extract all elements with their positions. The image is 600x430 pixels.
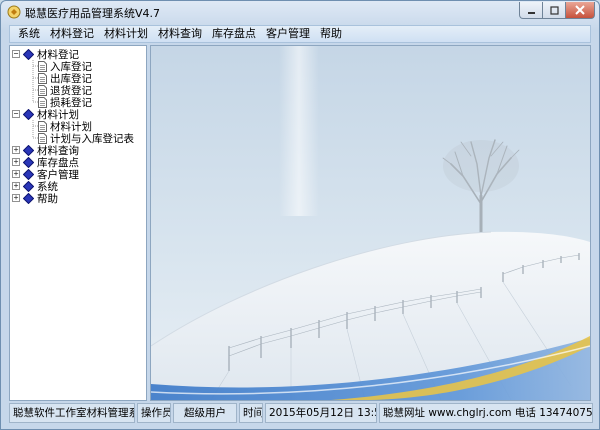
maximize-icon [549, 5, 559, 15]
status-phone: 13474075388 [539, 407, 593, 419]
status-time-label: 时间 [239, 403, 263, 423]
status-website-label: 聪慧网址 [383, 407, 425, 419]
status-contact: 聪慧网址 www.chglrj.com 电话 13474075388 [379, 403, 593, 423]
navigation-tree: − 材料登记 入库登记 出库登记 退货登记 损耗登记 − 材料计划 材料计划 计… [9, 45, 147, 401]
status-company: 聪慧软件工作室材料管理系统 [9, 403, 135, 423]
maximize-button[interactable] [542, 2, 566, 19]
collapse-toggle[interactable]: − [12, 110, 20, 118]
app-window: 聪慧医疗用品管理系统V4.7 系统 材料登记 材料计划 材料查询 库存盘点 客户… [0, 0, 600, 430]
app-logo-icon [7, 5, 21, 19]
menu-material-query[interactable]: 材料查询 [153, 26, 207, 42]
document-icon [38, 84, 47, 96]
status-operator-label: 操作员 [137, 403, 171, 423]
menu-inventory[interactable]: 库存盘点 [207, 26, 261, 42]
book-icon [23, 108, 34, 120]
menu-bar: 系统 材料登记 材料计划 材料查询 库存盘点 客户管理 帮助 [9, 25, 591, 43]
window-title: 聪慧医疗用品管理系统V4.7 [25, 7, 161, 20]
snow-hill-illustration [151, 46, 590, 400]
status-phone-label: 电话 [514, 407, 536, 419]
expand-toggle[interactable]: + [12, 194, 20, 202]
book-icon [23, 48, 34, 60]
status-time: 2015年05月12日 13:50:41 [265, 403, 377, 423]
book-icon [23, 192, 34, 204]
minimize-icon [527, 11, 535, 14]
menu-material-plan[interactable]: 材料计划 [99, 26, 153, 42]
menu-help[interactable]: 帮助 [315, 26, 347, 42]
title-bar: 聪慧医疗用品管理系统V4.7 [1, 1, 599, 23]
close-icon [575, 5, 585, 15]
expand-toggle[interactable]: + [12, 170, 20, 178]
expand-toggle[interactable]: + [12, 146, 20, 154]
document-icon [38, 120, 47, 132]
expand-toggle[interactable]: + [12, 182, 20, 190]
close-button[interactable] [565, 2, 595, 19]
status-bar: 聪慧软件工作室材料管理系统 操作员 超级用户 时间 2015年05月12日 13… [9, 403, 593, 423]
tree-node-help[interactable]: + 帮助 [12, 192, 58, 205]
book-icon [23, 180, 34, 192]
menu-customer[interactable]: 客户管理 [261, 26, 315, 42]
minimize-button[interactable] [519, 2, 543, 19]
book-icon [23, 144, 34, 156]
tree-node-label: 帮助 [37, 192, 58, 205]
book-icon [23, 156, 34, 168]
status-website[interactable]: www.chglrj.com [428, 407, 511, 419]
document-icon [38, 72, 47, 84]
collapse-toggle[interactable]: − [12, 50, 20, 58]
background-landscape-image [150, 45, 591, 401]
expand-toggle[interactable]: + [12, 158, 20, 166]
document-icon [38, 60, 47, 72]
status-operator: 超级用户 [173, 403, 237, 423]
book-icon [23, 168, 34, 180]
menu-system[interactable]: 系统 [10, 26, 45, 42]
menu-material-register[interactable]: 材料登记 [45, 26, 99, 42]
